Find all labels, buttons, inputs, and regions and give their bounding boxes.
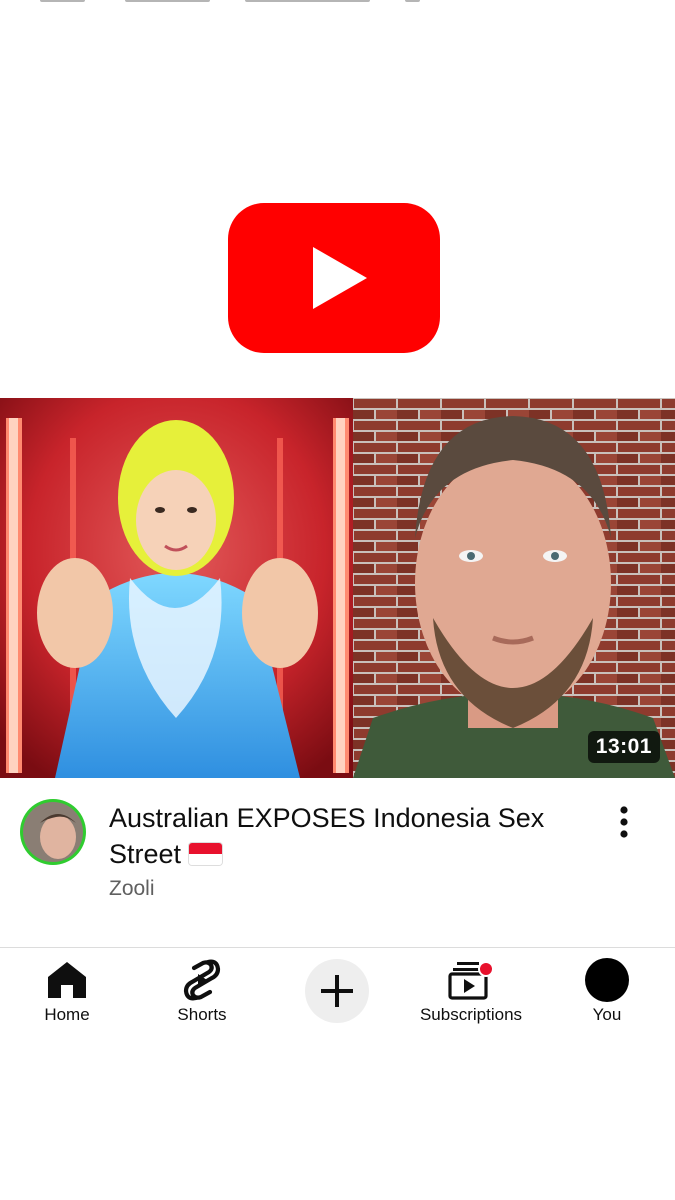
video-duration-badge: 13:01 (587, 731, 660, 763)
plus-icon (305, 959, 369, 1023)
nav-home[interactable]: Home (22, 955, 112, 1025)
thumbnail-right-image (353, 398, 675, 778)
shorts-icon (183, 959, 221, 1001)
indonesia-flag-icon (189, 843, 223, 865)
notification-dot (480, 963, 492, 975)
profile-avatar-icon (585, 958, 629, 1002)
cropped-tab-strip (0, 0, 675, 6)
nav-you-label: You (592, 1005, 622, 1024)
youtube-app-screen: 13:01 Australian EXPOSES Indonesia Sex S… (0, 0, 675, 1200)
video-title[interactable]: Australian EXPOSES Indonesia Sex Street (109, 800, 589, 872)
youtube-logo (228, 203, 440, 353)
nav-shorts[interactable]: Shorts (157, 955, 247, 1025)
thumbnail-left-image (0, 398, 353, 778)
channel-avatar[interactable] (20, 799, 86, 865)
channel-name[interactable]: Zooli (109, 877, 155, 901)
subscriptions-icon (448, 961, 494, 1000)
more-options-icon[interactable] (608, 805, 640, 839)
video-title-text: Australian EXPOSES Indonesia Sex Street (109, 803, 545, 869)
video-thumbnail[interactable]: 13:01 (0, 398, 675, 778)
nav-create-button[interactable] (304, 958, 370, 1028)
nav-home-label: Home (44, 1005, 90, 1024)
nav-you[interactable]: You (572, 955, 642, 1025)
home-icon (48, 962, 86, 998)
nav-subscriptions-label: Subscriptions (419, 1005, 523, 1024)
nav-subscriptions[interactable]: Subscriptions (410, 955, 532, 1025)
nav-shorts-label: Shorts (177, 1005, 227, 1024)
bottom-nav-divider (0, 947, 675, 948)
